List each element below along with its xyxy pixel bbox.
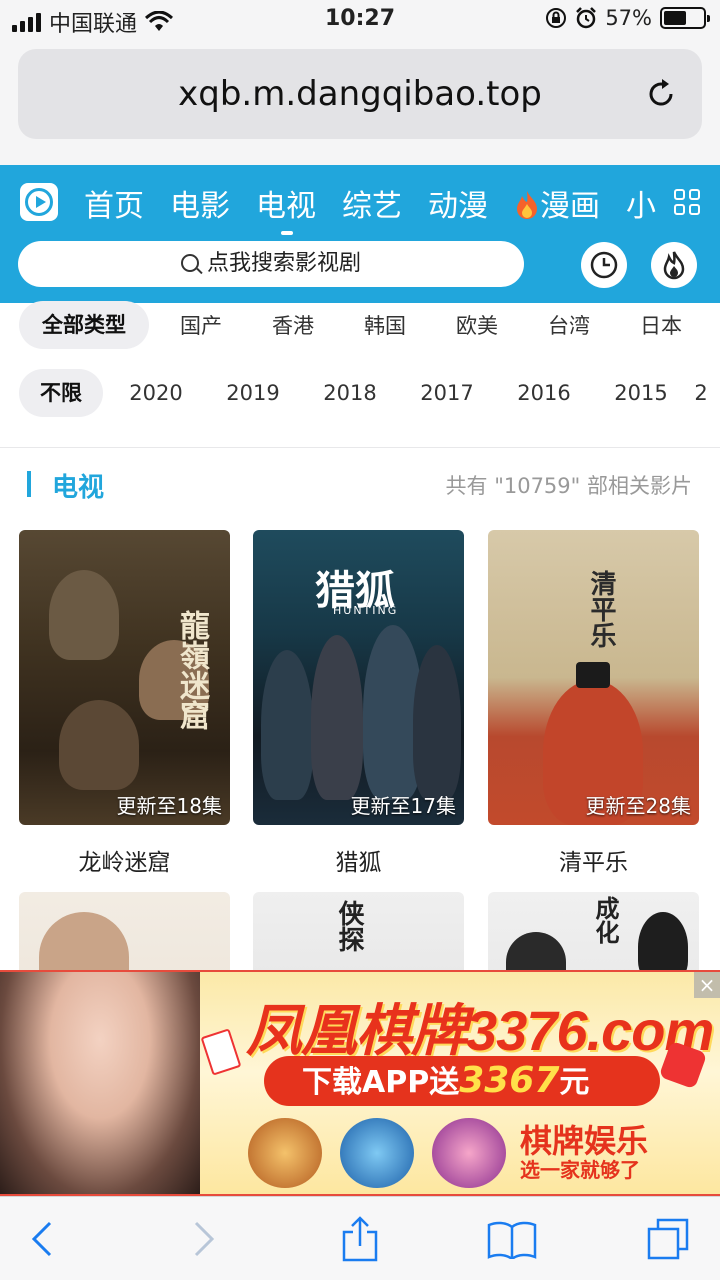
reload-icon[interactable] [644, 77, 678, 111]
filter-region-korea[interactable]: 韩国 [341, 310, 429, 340]
filter-year-partial[interactable]: 2 [686, 381, 716, 405]
nav-item-comics[interactable]: 漫画 [514, 181, 600, 225]
top-nav: 首页 电影 电视 综艺 动漫 漫画 小 [84, 181, 656, 235]
flame-icon [663, 251, 685, 280]
fire-icon [517, 191, 537, 219]
filter-year-2018[interactable]: 2018 [307, 381, 393, 405]
game-icon-fish [340, 1118, 414, 1188]
year-filter-row: 不限 2020 2019 2018 2017 2016 2015 2 [0, 368, 720, 418]
forward-button[interactable] [176, 1211, 232, 1267]
site-logo-icon[interactable] [20, 183, 58, 221]
filter-divider [0, 447, 720, 448]
filter-region-taiwan[interactable]: 台湾 [525, 310, 613, 340]
video-title[interactable]: 猎狐 [253, 843, 464, 877]
tabs-button[interactable] [640, 1211, 696, 1267]
video-card[interactable]: 龍嶺迷窟 更新至18集 龙岭迷窟 [19, 530, 230, 877]
video-card[interactable]: 清平乐 更新至28集 清平乐 [488, 530, 699, 877]
region-filter-row: 全部类型 国产 香港 韩国 欧美 台湾 日本 [0, 300, 720, 350]
ad-close-button[interactable]: × [694, 972, 720, 998]
episode-badge: 更新至18集 [116, 794, 222, 818]
status-bar: 中国联通 10:27 57% [0, 0, 720, 40]
poster-image[interactable]: 龍嶺迷窟 更新至18集 [19, 530, 230, 825]
bookmarks-button[interactable] [484, 1211, 540, 1267]
battery-icon [660, 7, 710, 29]
section-count: 共有 "10759" 部相关影片 [445, 474, 692, 498]
poster-subtitle: HUNTING [333, 604, 399, 617]
filter-region-hongkong[interactable]: 香港 [249, 310, 337, 340]
browser-toolbar [0, 1196, 720, 1280]
search-placeholder: 点我搜索影视剧 [206, 251, 361, 276]
hot-button[interactable] [651, 242, 697, 288]
share-button[interactable] [332, 1211, 388, 1267]
orientation-lock-icon [546, 8, 567, 28]
filter-region-japan[interactable]: 日本 [617, 310, 705, 340]
search-input[interactable]: 点我搜索影视剧 [18, 241, 524, 287]
video-title[interactable]: 龙岭迷窟 [19, 843, 230, 877]
address-url[interactable]: xqb.m.dangqibao.top [18, 74, 702, 114]
episode-badge: 更新至28集 [585, 794, 691, 818]
status-right: 57% [545, 6, 710, 30]
ad-pill-number: 3367 [459, 1060, 560, 1101]
playing-card-icon [200, 1028, 242, 1076]
poster-image[interactable]: 猎狐 HUNTING 更新至17集 [253, 530, 464, 825]
book-icon [487, 1221, 537, 1259]
poster-image[interactable]: 清平乐 更新至28集 [488, 530, 699, 825]
address-bar[interactable]: xqb.m.dangqibao.top [18, 49, 702, 139]
ad-download-button[interactable]: 下载APP送3367元 [264, 1056, 660, 1106]
menu-grid-icon[interactable] [674, 189, 700, 215]
filter-year-2019[interactable]: 2019 [210, 381, 296, 405]
game-icon-golden-flower [432, 1118, 506, 1188]
game-icon-bull [248, 1118, 322, 1188]
filter-region-west[interactable]: 欧美 [433, 310, 521, 340]
page: 中国联通 10:27 57% xqb.m.dangqibao.top 首页 电影… [0, 0, 720, 1280]
ad-pill-suffix: 元 [559, 1065, 590, 1100]
nav-item-more-partial[interactable]: 小 [626, 181, 656, 225]
video-card[interactable]: 猎狐 HUNTING 更新至17集 猎狐 [253, 530, 464, 877]
history-button[interactable] [581, 242, 627, 288]
filter-region-domestic[interactable]: 国产 [157, 310, 245, 340]
nav-item-variety[interactable]: 综艺 [342, 181, 402, 225]
chevron-right-icon [194, 1221, 215, 1257]
alarm-icon [576, 7, 597, 29]
filter-region-all[interactable]: 全部类型 [19, 301, 149, 349]
ad-pill-prefix: 下载APP送 [302, 1065, 460, 1100]
battery-fill [664, 11, 686, 25]
nav-item-home[interactable]: 首页 [84, 181, 144, 225]
poster-title: 龍嶺迷窟 [174, 610, 209, 730]
tabs-icon [647, 1218, 689, 1260]
share-icon [342, 1216, 378, 1262]
site-header: 首页 电影 电视 综艺 动漫 漫画 小 点我搜索影视剧 [0, 165, 720, 303]
ad-right-subtitle: 选一家就够了 [520, 1158, 640, 1182]
browser-address-area: xqb.m.dangqibao.top [0, 40, 720, 165]
chevron-left-icon [31, 1221, 52, 1257]
section-accent-bar [27, 471, 31, 497]
nav-item-comics-label: 漫画 [540, 189, 600, 224]
nav-item-movies[interactable]: 电影 [170, 181, 230, 225]
poster-title: 成化 [591, 896, 619, 944]
filter-year-2015[interactable]: 2015 [598, 381, 684, 405]
poster-title: 侠探 [334, 900, 364, 952]
search-icon [180, 254, 199, 272]
section-title: 电视 [52, 473, 105, 503]
filter-year-2017[interactable]: 2017 [404, 381, 490, 405]
filter-year-2016[interactable]: 2016 [501, 381, 587, 405]
back-button[interactable] [14, 1211, 70, 1267]
ad-banner[interactable]: 凤凰棋牌3376.com 下载APP送3367元 棋牌娱乐 选一家就够了 × [0, 970, 720, 1196]
nav-item-anime[interactable]: 动漫 [428, 181, 488, 225]
video-title[interactable]: 清平乐 [488, 843, 699, 877]
episode-badge: 更新至17集 [350, 794, 456, 818]
filter-year-any[interactable]: 不限 [19, 369, 103, 417]
filter-year-2020[interactable]: 2020 [113, 381, 199, 405]
poster-title: 清平乐 [586, 570, 616, 648]
nav-item-tv[interactable]: 电视 [256, 181, 316, 235]
clock-icon [590, 251, 618, 279]
battery-percent: 57% [605, 6, 652, 30]
ad-image[interactable] [0, 972, 200, 1194]
ad-headline[interactable]: 凤凰棋牌3376.com [246, 986, 714, 1067]
